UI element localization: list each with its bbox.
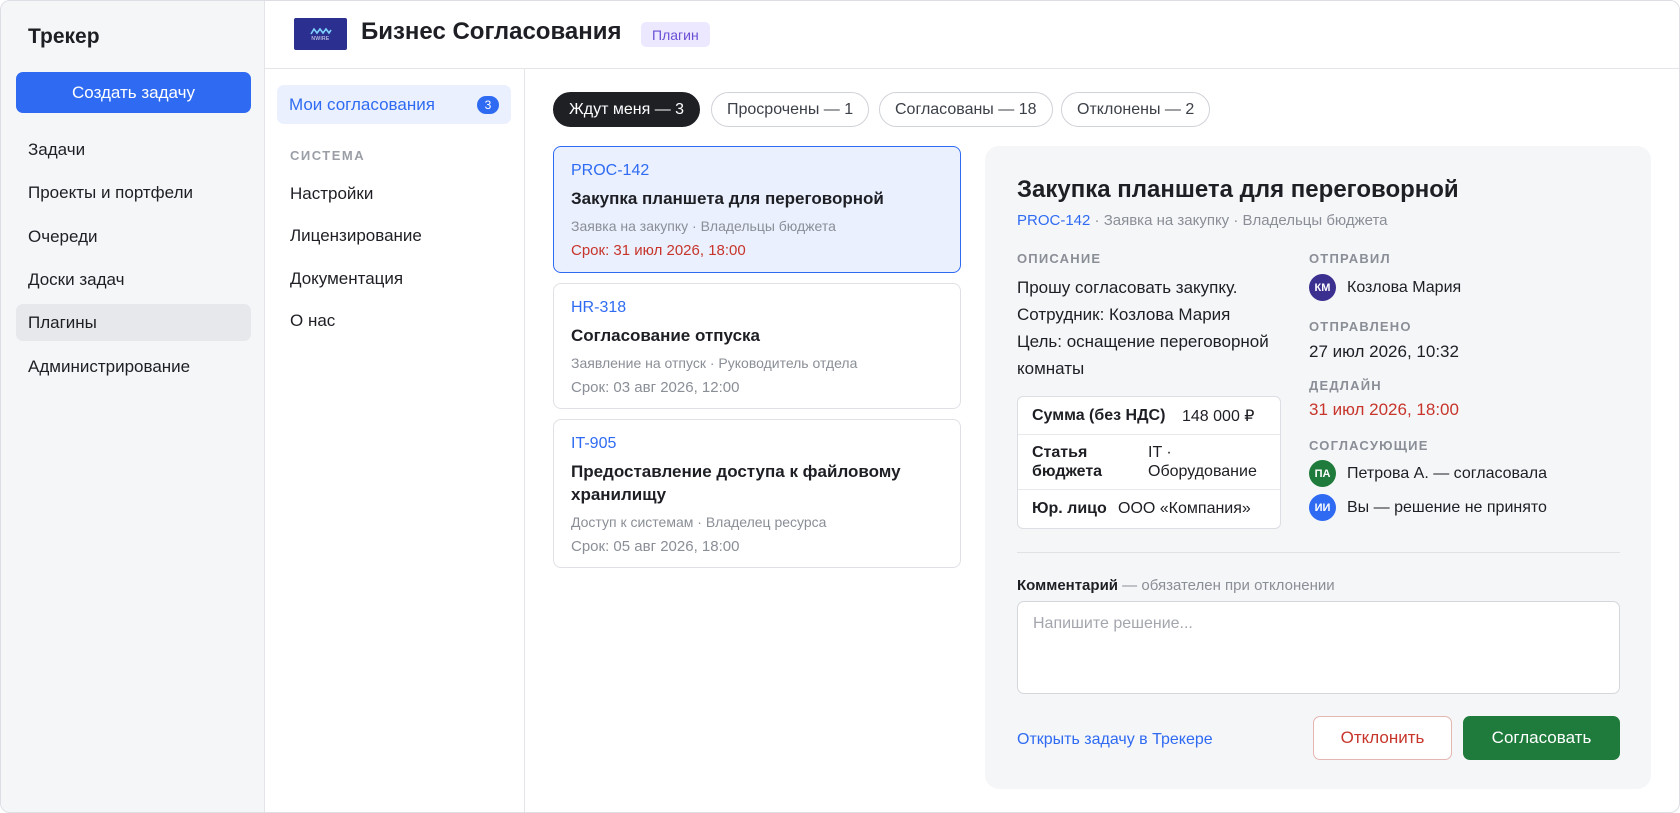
approver-row: ПА Петрова А. — согласовала bbox=[1309, 460, 1547, 487]
plugin-sidebar: Мои согласования 3 СИСТЕМА Настройки Лиц… bbox=[265, 69, 525, 812]
deadline-label: ДЕДЛАЙН bbox=[1309, 378, 1382, 393]
nav-item-boards[interactable]: Доски задач bbox=[16, 261, 251, 298]
field-row-budget: Статья бюджета IT · Оборудование bbox=[1018, 435, 1280, 490]
sent-label: ОТПРАВЛЕНО bbox=[1309, 319, 1412, 334]
sender: КМ Козлова Мария bbox=[1309, 274, 1461, 301]
request-due: Срок: 05 авг 2026, 18:00 bbox=[571, 538, 740, 555]
description-text: Прошу согласовать закупку. Сотрудник: Ко… bbox=[1017, 274, 1287, 382]
request-id: PROC-142 bbox=[571, 162, 650, 179]
approver-status: Петрова А. — согласовала bbox=[1347, 464, 1547, 482]
app-title: Трекер bbox=[28, 25, 100, 48]
sent-date: 27 июл 2026, 10:32 bbox=[1309, 342, 1459, 361]
sender-name: Козлова Мария bbox=[1347, 278, 1462, 296]
nav-item-queues[interactable]: Очереди bbox=[16, 218, 251, 255]
field-row-legal-entity: Юр. лицо ООО «Компания» bbox=[1018, 490, 1280, 528]
filter-tab-overdue[interactable]: Просрочены — 1 bbox=[711, 92, 870, 127]
nav-item-plugins[interactable]: Плагины bbox=[16, 304, 251, 341]
avatar: КМ bbox=[1309, 274, 1336, 301]
request-card[interactable]: PROC-142 Закупка планшета для переговорн… bbox=[553, 146, 961, 273]
divider bbox=[1017, 552, 1620, 553]
deadline-date: 31 июл 2026, 18:00 bbox=[1309, 400, 1459, 419]
create-task-button[interactable]: Создать задачу bbox=[16, 72, 251, 113]
page-title: Бизнес Согласования bbox=[361, 18, 622, 45]
description-line: Прошу согласовать закупку. bbox=[1017, 278, 1238, 297]
field-key: Сумма (без НДС) bbox=[1032, 406, 1166, 424]
nav-about[interactable]: О нас bbox=[290, 311, 335, 331]
filter-tab-rejected[interactable]: Отклонены — 2 bbox=[1061, 92, 1211, 127]
field-value: ООО «Компания» bbox=[1118, 500, 1251, 517]
app-sidebar: Трекер Создать задачу Задачи Проекты и п… bbox=[1, 1, 265, 812]
nav-documentation[interactable]: Документация bbox=[290, 269, 403, 289]
description-line: Сотрудник: Козлова Мария bbox=[1017, 305, 1231, 324]
request-title: Закупка планшета для переговорной bbox=[571, 189, 884, 208]
field-value: 148 000 ₽ bbox=[1182, 407, 1255, 425]
nav-item-projects[interactable]: Проекты и портфели bbox=[16, 174, 251, 211]
filter-tab-waiting[interactable]: Ждут меня — 3 bbox=[553, 92, 701, 127]
field-key: Статья бюджета bbox=[1032, 444, 1103, 480]
nav-settings[interactable]: Настройки bbox=[290, 184, 373, 204]
approvers-label: СОГЛАСУЮЩИЕ bbox=[1309, 438, 1429, 453]
request-card[interactable]: IT-905 Предоставление доступа к файловом… bbox=[553, 419, 961, 568]
nav-item-admin[interactable]: Администрирование bbox=[16, 348, 251, 385]
section-label-system: СИСТЕМА bbox=[290, 148, 366, 163]
request-card[interactable]: HR-318 Согласование отпуска Заявление на… bbox=[553, 283, 961, 409]
plugin-badge: Плагин bbox=[641, 22, 710, 47]
detail-title: Закупка планшета для переговорной bbox=[1017, 176, 1459, 203]
nav-my-approvals-label: Мои согласования bbox=[289, 94, 435, 114]
avatar: ПА bbox=[1309, 460, 1336, 487]
request-id: HR-318 bbox=[571, 299, 627, 316]
detail-subtitle: PROC-142 · Заявка на закупку · Владельцы… bbox=[1017, 212, 1388, 229]
request-fields-table: Сумма (без НДС) 148 000 ₽ Статья бюджета… bbox=[1017, 396, 1281, 529]
comment-hint: — обязателен при отклонении bbox=[1118, 577, 1335, 594]
reject-button[interactable]: Отклонить bbox=[1313, 716, 1452, 760]
comment-label: Комментарий — обязателен при отклонении bbox=[1017, 577, 1335, 594]
request-meta: Заявление на отпуск · Руководитель отдел… bbox=[571, 355, 858, 371]
request-detail-panel: Закупка планшета для переговорной PROC-1… bbox=[985, 146, 1651, 789]
comment-label-main: Комментарий bbox=[1017, 577, 1119, 594]
nav-my-approvals[interactable]: Мои согласования 3 bbox=[277, 85, 511, 124]
request-due: Срок: 03 авг 2026, 12:00 bbox=[571, 379, 740, 396]
plugin-header: NWIRE Бизнес Согласования Плагин bbox=[265, 1, 1679, 69]
logo-text: NWIRE bbox=[311, 35, 330, 42]
approve-button[interactable]: Согласовать bbox=[1463, 716, 1620, 760]
request-meta: Доступ к системам · Владелец ресурса bbox=[571, 514, 827, 530]
nav-item-tasks[interactable]: Задачи bbox=[16, 131, 251, 168]
comment-input[interactable] bbox=[1017, 601, 1620, 694]
request-due: Срок: 31 июл 2026, 18:00 bbox=[571, 242, 746, 259]
plugin-logo: NWIRE bbox=[294, 18, 347, 50]
approver-status: Вы — решение не принято bbox=[1347, 498, 1547, 516]
description-label: ОПИСАНИЕ bbox=[1017, 251, 1102, 266]
detail-request-id-link[interactable]: PROC-142 bbox=[1017, 212, 1090, 229]
sender-label: ОТПРАВИЛ bbox=[1309, 251, 1391, 266]
request-title: Согласование отпуска bbox=[571, 326, 760, 345]
nav-licensing[interactable]: Лицензирование bbox=[290, 226, 422, 246]
field-row-amount: Сумма (без НДС) 148 000 ₽ bbox=[1018, 397, 1280, 435]
field-value: IT · Оборудование bbox=[1148, 444, 1257, 480]
open-in-tracker-link[interactable]: Открыть задачу в Трекере bbox=[1017, 731, 1213, 749]
field-key: Юр. лицо bbox=[1032, 500, 1107, 517]
app-window: Трекер Создать задачу Задачи Проекты и п… bbox=[0, 0, 1680, 813]
approver-row: ИИ Вы — решение не принято bbox=[1309, 494, 1547, 521]
approvals-count-badge: 3 bbox=[477, 96, 499, 114]
request-meta: Заявка на закупку · Владельцы бюджета bbox=[571, 218, 836, 234]
avatar: ИИ bbox=[1309, 494, 1336, 521]
detail-subtitle-meta: · Заявка на закупку · Владельцы бюджета bbox=[1090, 212, 1388, 229]
description-line: Цель: оснащение переговорной bbox=[1017, 332, 1269, 351]
description-line: комнаты bbox=[1017, 359, 1085, 378]
logo-wave-icon bbox=[309, 27, 332, 34]
filter-tab-approved[interactable]: Согласованы — 18 bbox=[879, 92, 1053, 127]
request-title: Предоставление доступа к файловому храни… bbox=[571, 462, 901, 504]
request-id: IT-905 bbox=[571, 435, 617, 452]
